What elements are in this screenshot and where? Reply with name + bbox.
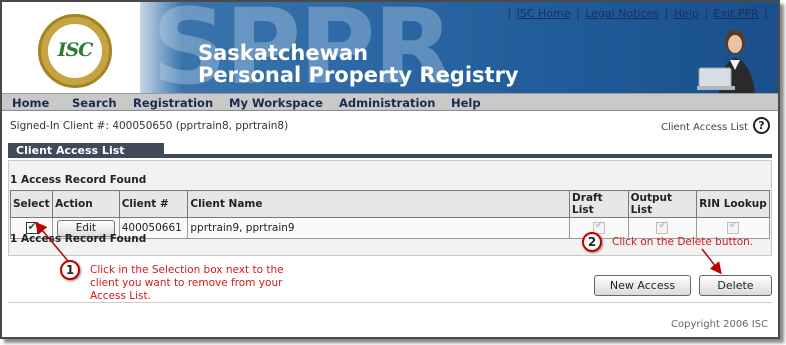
exit-ppr-link[interactable]: Exit PPR xyxy=(714,7,759,20)
help-link[interactable]: Help xyxy=(674,7,699,20)
col-draft-list: Draft List xyxy=(569,190,629,218)
nav-my-workspace[interactable]: My Workspace xyxy=(229,96,323,110)
link-separator: | xyxy=(764,7,768,20)
callout-number-1: 1 xyxy=(60,260,80,280)
person-with-laptop-image xyxy=(697,30,755,93)
registry-title: Saskatchewan Personal Property Registry xyxy=(198,43,519,86)
logo-text: ISC xyxy=(57,39,94,61)
nav-search[interactable]: Search xyxy=(72,96,117,110)
nav-home[interactable]: Home xyxy=(12,96,49,110)
table-header-row: Select Action Client # Client Name Draft… xyxy=(9,190,770,218)
rin-lookup-checkbox xyxy=(727,220,740,234)
col-action: Action xyxy=(52,190,120,218)
section-title: Client Access List xyxy=(8,143,164,158)
nav-registration[interactable]: Registration xyxy=(133,96,213,110)
client-name-cell: pprtrain9, pprtrain9 xyxy=(187,217,571,239)
screenshot-frame: SPPR ISC Saskatchewan Personal Property … xyxy=(0,0,780,339)
callout-text-1: Click in the Selection box next to the c… xyxy=(90,264,284,302)
new-access-button[interactable]: New Access xyxy=(594,275,691,296)
nav-administration[interactable]: Administration xyxy=(339,96,436,110)
isc-home-link[interactable]: ISC Home xyxy=(517,7,571,20)
nav-help[interactable]: Help xyxy=(451,96,481,110)
callout-number-2: 2 xyxy=(582,232,602,252)
link-separator: | xyxy=(704,7,709,20)
page-breadcrumb: Client Access List xyxy=(660,122,748,133)
col-client-name: Client Name xyxy=(187,190,571,218)
header-banner: SPPR ISC Saskatchewan Personal Property … xyxy=(2,2,778,93)
delete-button[interactable]: Delete xyxy=(699,275,772,296)
main-nav: Home Search Registration My Workspace Ad… xyxy=(2,93,778,111)
title-line-1: Saskatchewan xyxy=(198,41,369,65)
records-found-bottom: 1 Access Record Found xyxy=(10,233,147,245)
top-links: | ISC Home | Legal Notices | Help | Exit… xyxy=(505,7,770,20)
records-found-top: 1 Access Record Found xyxy=(10,174,147,186)
legal-notices-link[interactable]: Legal Notices xyxy=(585,7,659,20)
signed-in-client: Signed-In Client #: 400050650 (pprtrain8… xyxy=(10,120,289,132)
link-separator: | xyxy=(664,7,669,20)
help-question-icon[interactable]: ? xyxy=(753,117,770,134)
link-separator: | xyxy=(575,7,580,20)
output-list-checkbox xyxy=(656,220,669,234)
isc-logo[interactable]: ISC xyxy=(38,14,112,88)
section-header: Client Access List xyxy=(8,143,772,158)
title-line-2: Personal Property Registry xyxy=(198,63,519,87)
logo-inner: ISC xyxy=(48,24,102,78)
callout-text-2: Click on the Delete button. xyxy=(612,236,754,248)
col-output-list: Output List xyxy=(627,190,698,218)
col-client-no: Client # xyxy=(118,190,189,218)
client-access-table: Select Action Client # Client Name Draft… xyxy=(9,190,770,239)
col-rin-lookup: RIN Lookup xyxy=(696,190,770,218)
link-separator: | xyxy=(507,7,512,20)
col-select: Select xyxy=(9,190,54,218)
copyright-text: Copyright 2006 ISC xyxy=(671,319,768,330)
